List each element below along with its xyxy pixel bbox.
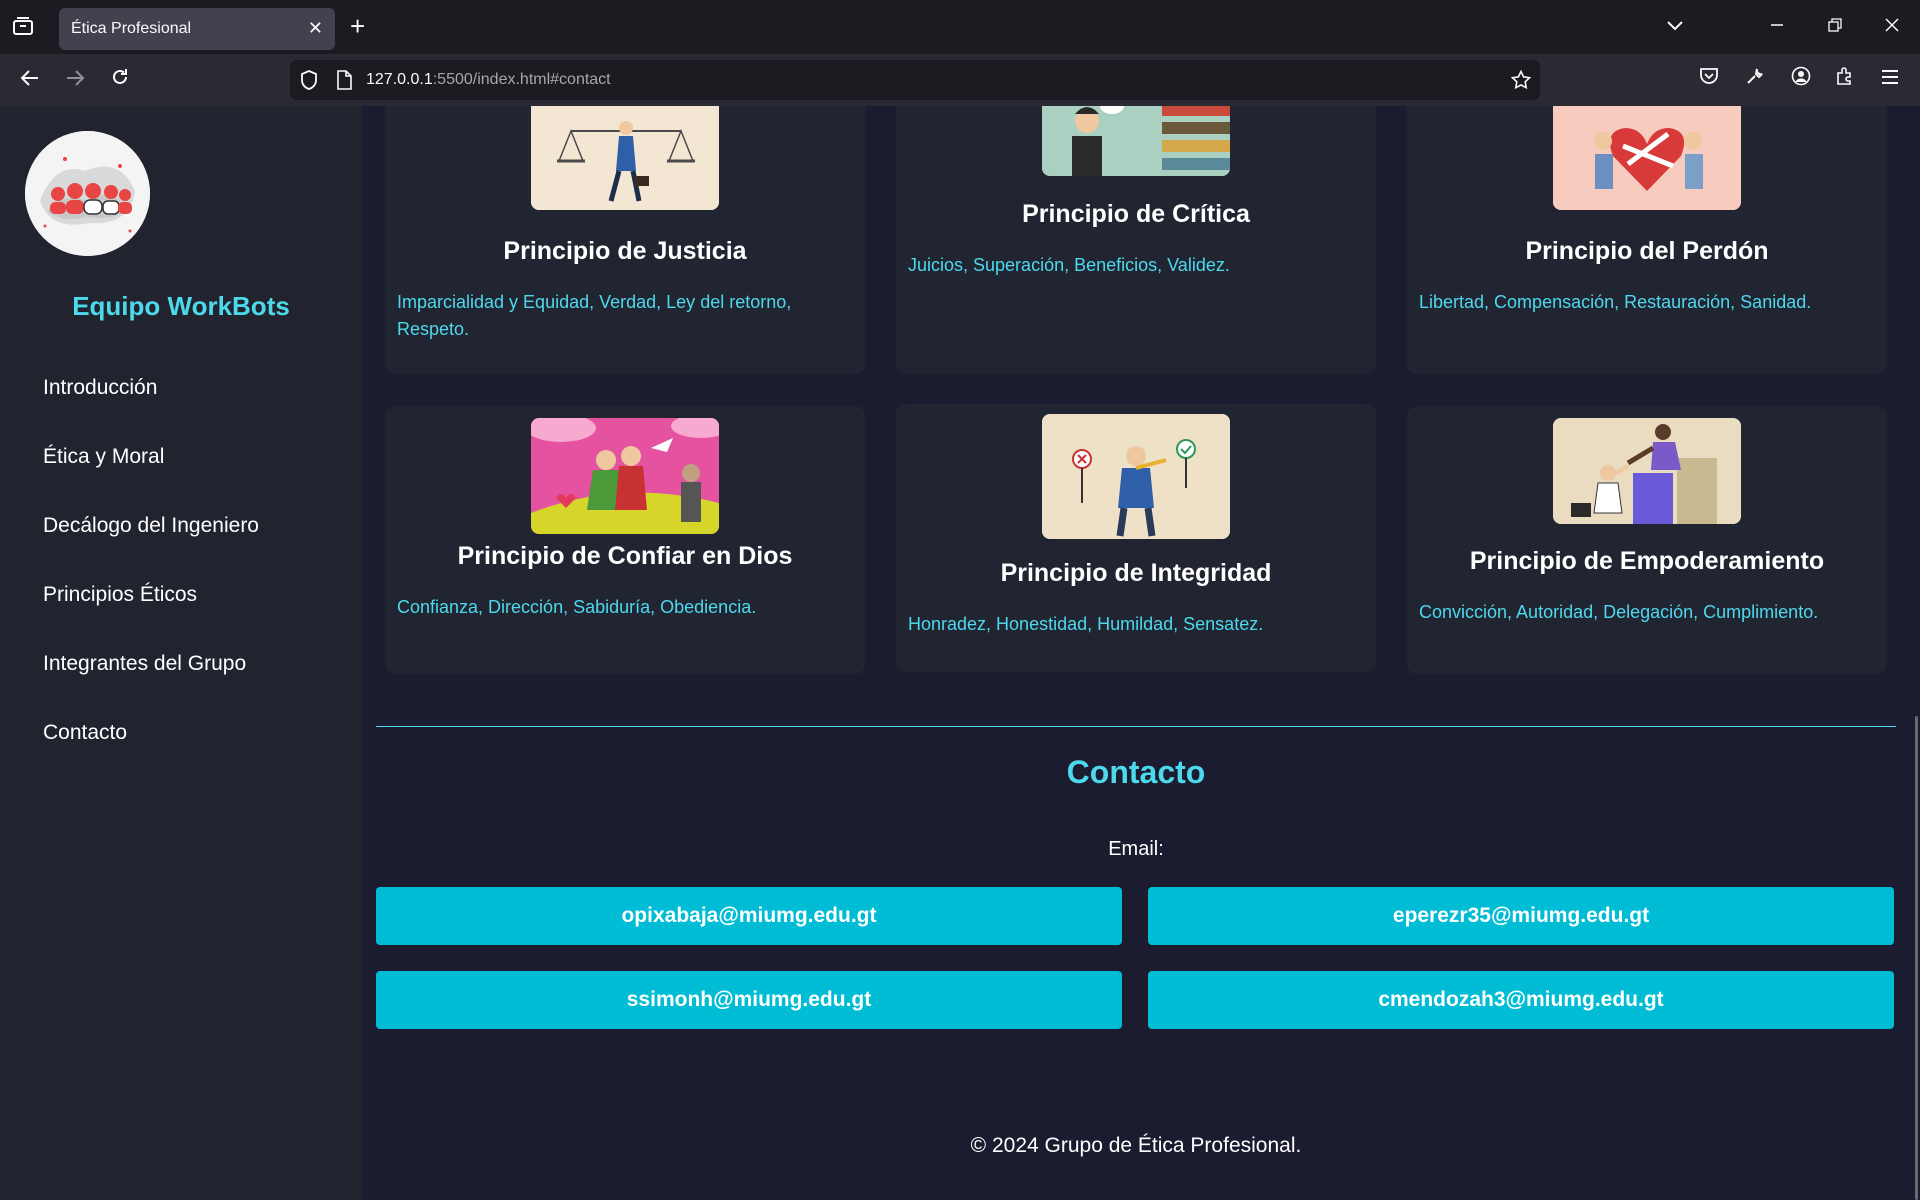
wrench-icon[interactable] [1740, 66, 1770, 94]
section-divider [376, 726, 1896, 727]
web-page: Equipo WorkBots Introducción Ética y Mor… [0, 106, 1920, 1200]
principle-title: Principio de Justicia [503, 237, 747, 265]
reload-icon[interactable] [105, 66, 135, 94]
close-window-icon[interactable] [1877, 12, 1907, 40]
principle-card: Principio de Justicia Imparcialidad y Eq… [385, 106, 865, 374]
scrollbar[interactable] [1915, 716, 1918, 1200]
tab-bar: Ética Profesional ✕ + [0, 0, 1920, 54]
address-bar[interactable]: 127.0.0.1:5500/index.html#contact [290, 60, 1540, 100]
page-icon[interactable] [333, 70, 355, 92]
principle-card: Principio de Empoderamiento Convicción, … [1407, 406, 1887, 674]
minimize-icon[interactable] [1762, 12, 1792, 40]
principle-card: Principio de Confiar en Dios Confianza, … [385, 406, 865, 674]
principle-title: Principio de Empoderamiento [1469, 547, 1825, 575]
email-button[interactable]: cmendozah3@miumg.edu.gt [1148, 971, 1894, 1029]
nav-link-decalogo[interactable]: Decálogo del Ingeniero [43, 514, 259, 538]
restore-icon[interactable] [1820, 12, 1850, 40]
contact-heading: Contacto [1066, 754, 1206, 790]
team-name: Equipo WorkBots [72, 291, 290, 321]
navigation-toolbar: 127.0.0.1:5500/index.html#contact [0, 54, 1920, 106]
empowerment-illustration [1553, 418, 1741, 524]
email-button[interactable]: opixabaja@miumg.edu.gt [376, 887, 1122, 945]
nav-link-integrantes[interactable]: Integrantes del Grupo [43, 652, 246, 676]
new-tab-button[interactable]: + [350, 12, 365, 40]
principle-values: Honradez, Honestidad, Humildad, Sensatez… [908, 614, 1264, 634]
principle-values: Convicción, Autoridad, Delegación, Cumpl… [1419, 602, 1819, 622]
principle-card: Principio del Perdón Libertad, Compensac… [1407, 106, 1887, 374]
principle-values: Confianza, Dirección, Sabiduría, Obedien… [397, 597, 757, 617]
close-tab-icon[interactable]: ✕ [308, 19, 323, 37]
sidebar: Equipo WorkBots Introducción Ética y Mor… [0, 106, 362, 1200]
account-icon[interactable] [1786, 66, 1816, 94]
main-content: Principio de Justicia Imparcialidad y Eq… [362, 106, 1920, 1200]
principle-card: Principio de Integridad Honradez, Honest… [896, 404, 1376, 672]
menu-icon[interactable] [1875, 66, 1905, 94]
list-all-tabs-icon[interactable] [1660, 12, 1690, 40]
integrity-illustration [1042, 414, 1230, 539]
active-tab[interactable]: Ética Profesional ✕ [59, 8, 335, 50]
email-label: Email: [1108, 838, 1164, 860]
principle-values: Imparcialidad y Equidad, Verdad, Ley del… [397, 292, 792, 339]
principle-title: Principio de Integridad [1000, 559, 1272, 587]
team-logo [25, 131, 150, 256]
trust-god-illustration [531, 418, 719, 534]
extensions-icon[interactable] [1830, 66, 1860, 94]
principle-title: Principio de Confiar en Dios [457, 542, 793, 570]
email-button[interactable]: eperezr35@miumg.edu.gt [1148, 887, 1894, 945]
back-icon[interactable] [15, 66, 45, 94]
footer-copyright: © 2024 Grupo de Ética Profesional. [970, 1134, 1302, 1157]
url-text[interactable]: 127.0.0.1:5500/index.html#contact [366, 71, 611, 89]
principle-values: Libertad, Compensación, Restauración, Sa… [1419, 292, 1812, 312]
critic-illustration [1042, 106, 1230, 176]
nav-link-principios[interactable]: Principios Éticos [43, 583, 197, 607]
bookmark-star-icon[interactable] [1510, 69, 1532, 92]
principle-card: Principio de Crítica Juicios, Superación… [896, 106, 1376, 374]
justice-scale-illustration [531, 106, 719, 210]
pocket-icon[interactable] [1694, 66, 1724, 94]
email-button[interactable]: ssimonh@miumg.edu.gt [376, 971, 1122, 1029]
forward-icon[interactable] [60, 66, 90, 94]
principle-title: Principio del Perdón [1525, 237, 1769, 265]
principle-title: Principio de Crítica [1022, 200, 1250, 228]
nav-link-contacto[interactable]: Contacto [43, 721, 127, 745]
principle-values: Juicios, Superación, Beneficios, Validez… [908, 255, 1230, 275]
shield-icon[interactable] [298, 70, 320, 92]
nav-link-etica-moral[interactable]: Ética y Moral [43, 445, 164, 469]
forgiveness-heart-illustration [1553, 106, 1741, 210]
tab-list-icon[interactable] [12, 16, 36, 38]
nav-link-introduccion[interactable]: Introducción [43, 376, 157, 400]
tab-title: Ética Profesional [71, 20, 192, 37]
